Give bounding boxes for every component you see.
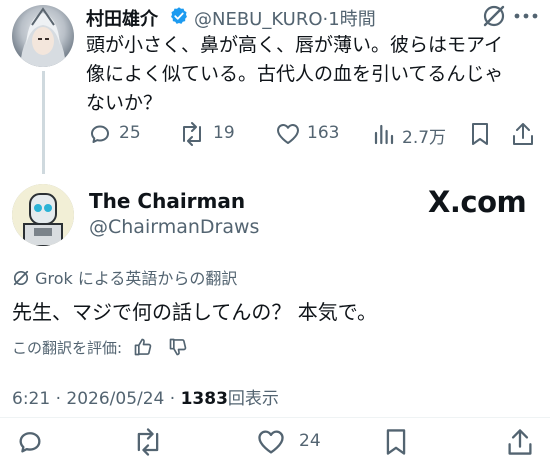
main-author-name[interactable]: The Chairman <box>89 189 245 213</box>
bookmark-icon[interactable] <box>469 121 491 147</box>
reply-icon[interactable] <box>88 122 112 146</box>
repost-count: 19 <box>213 123 235 143</box>
main-like-count: 24 <box>299 431 321 451</box>
grok-icon[interactable] <box>481 3 507 29</box>
reply-time[interactable]: 1時間 <box>328 9 375 30</box>
views-count: 2.7万 <box>402 128 447 148</box>
reply-handle-time: @NEBU_KURO·1時間 <box>194 5 376 31</box>
more-options-icon[interactable] <box>513 6 539 26</box>
rate-translation: この翻訳を評価: <box>12 337 188 358</box>
avatar-chairman[interactable] <box>12 184 74 246</box>
main-like-icon[interactable] <box>256 428 286 456</box>
grok-small-icon <box>12 269 30 287</box>
share-icon[interactable] <box>511 121 535 147</box>
thumbs-down-icon[interactable] <box>168 337 188 357</box>
like-icon[interactable] <box>275 122 301 146</box>
reply-count: 25 <box>119 123 141 143</box>
avatar-murata[interactable] <box>12 5 74 67</box>
like-count: 163 <box>307 123 340 143</box>
reply-text-line: 頭が小さく、鼻が高く、唇が薄い。彼らはモアイ <box>86 34 504 56</box>
views-icon[interactable] <box>372 122 396 146</box>
reply-text-line: ないか？ <box>86 92 163 114</box>
x-com-watermark: X.com <box>428 185 527 219</box>
reply-handle[interactable]: @NEBU_KURO <box>194 9 323 30</box>
verified-badge-icon <box>169 6 189 26</box>
reply-text-line: 像によく似ている。古代人の血を引いてるんじゃ <box>86 63 504 85</box>
tweet-view-count: 1383 <box>180 389 228 409</box>
tweet-meta: 6:21 · 2026/05/24 · 1383回表示 <box>12 384 279 409</box>
main-tweet-text: 先生、マジで何の話してんの？ 本気で。 <box>12 300 377 324</box>
reply-tweet-text: 頭が小さく、鼻が高く、唇が薄い。彼らはモアイ 像によく似ている。古代人の血を引い… <box>86 31 536 118</box>
main-reply-icon[interactable] <box>16 428 44 456</box>
rate-translation-label: この翻訳を評価: <box>12 339 123 357</box>
main-handle[interactable]: @ChairmanDraws <box>89 216 259 238</box>
thumbs-up-icon[interactable] <box>133 337 153 357</box>
main-bookmark-icon[interactable] <box>383 427 409 457</box>
translation-note: Grok による英語からの翻訳 <box>12 265 237 289</box>
views-label: 回表示 <box>227 389 279 409</box>
main-share-icon[interactable] <box>506 427 534 457</box>
repost-icon[interactable] <box>178 121 206 147</box>
translation-note-text: Grok による英語からの翻訳 <box>35 269 238 288</box>
divider <box>0 417 550 418</box>
tweet-timestamp[interactable]: 6:21 · 2026/05/24 · <box>12 389 181 409</box>
main-repost-icon[interactable] <box>132 427 164 457</box>
thread-connector-line <box>42 71 45 174</box>
reply-author-name[interactable]: 村田雄介 <box>86 5 158 31</box>
